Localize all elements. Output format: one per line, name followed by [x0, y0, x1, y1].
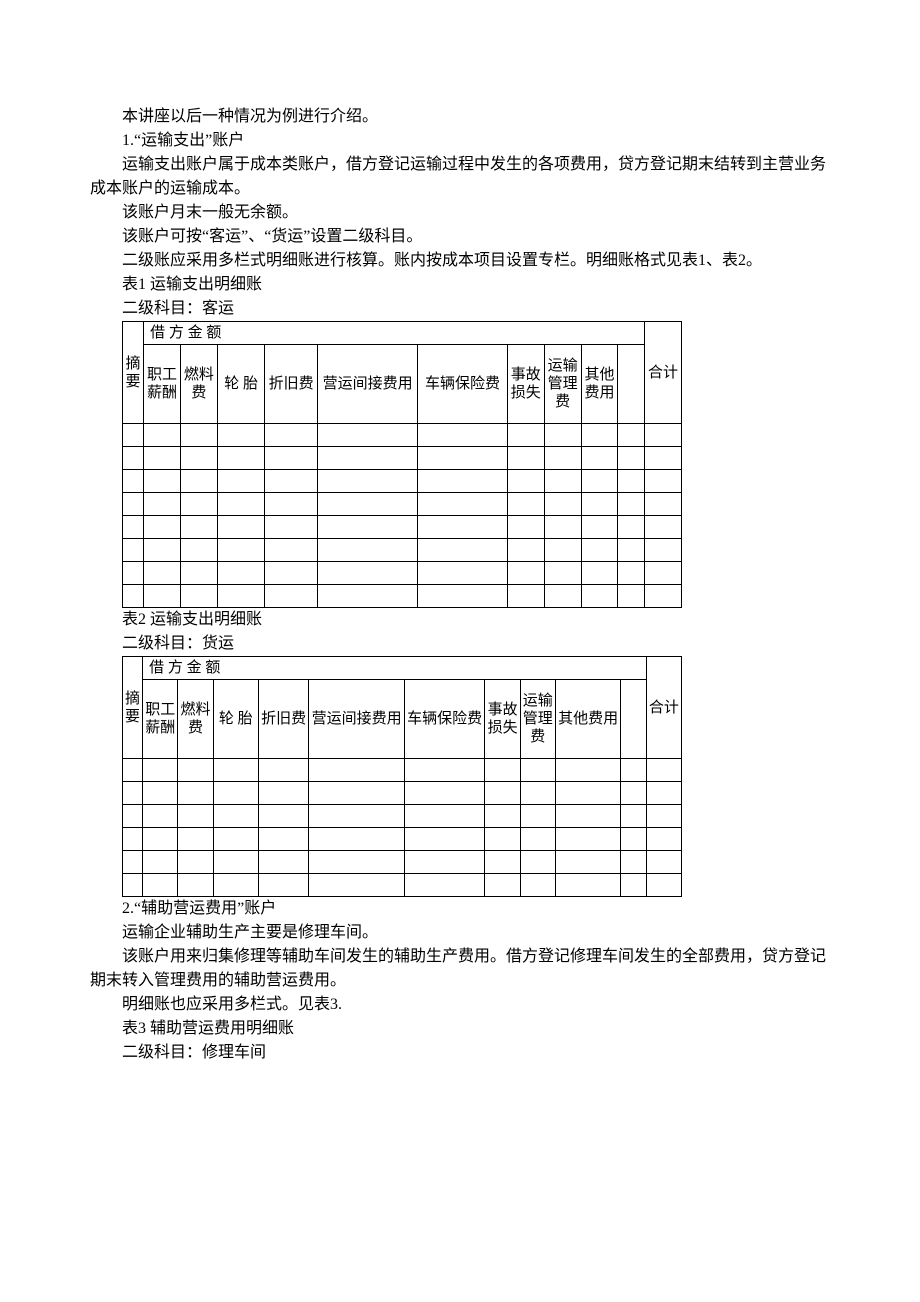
col-fuel: 燃料费	[178, 680, 213, 759]
col-group-debit: 借 方 金 额	[143, 657, 647, 680]
paragraph: 该账户可按“客运”、“货运”设置二级科目。	[90, 225, 830, 249]
table-title: 表3 辅助营运费用明细账	[90, 1017, 830, 1041]
paragraph: 运输支出账户属于成本类账户，借方登记运输过程中发生的各项费用，贷方登记期末结转到…	[90, 153, 830, 201]
paragraph: 本讲座以后一种情况为例进行介绍。	[90, 105, 830, 129]
table-subtitle: 二级科目：货运	[90, 632, 830, 656]
col-blank	[618, 345, 645, 424]
col-tire: 轮 胎	[213, 680, 258, 759]
document-page: 本讲座以后一种情况为例进行介绍。 1.“运输支出”账户 运输支出账户属于成本类账…	[0, 0, 920, 1125]
table-row	[123, 805, 682, 828]
table-row	[123, 828, 682, 851]
table-row: 职工薪酬 燃料费 轮 胎 折旧费 营运间接费用 车辆保险费 事故损失 运输管理费…	[123, 680, 682, 759]
paragraph: 运输企业辅助生产主要是修理车间。	[90, 921, 830, 945]
col-accident: 事故损失	[485, 680, 520, 759]
table-row: 职工薪酬 燃料费 轮 胎 折旧费 营运间接费用 车辆保险费 事故损失 运输管理费…	[123, 345, 682, 424]
table-2: 摘要 借 方 金 额 合计 职工薪酬 燃料费 轮 胎 折旧费 营运间接费用 车辆…	[122, 656, 682, 897]
col-other: 其他费用	[555, 680, 620, 759]
paragraph: 该账户月末一般无余额。	[90, 201, 830, 225]
table-row	[123, 782, 682, 805]
col-summary: 摘要	[123, 322, 144, 424]
table-row: 摘要 借 方 金 额 合计	[123, 657, 682, 680]
paragraph: 二级账应采用多栏式明细账进行核算。账内按成本项目设置专栏。明细账格式见表1、表2…	[90, 249, 830, 273]
table-row	[123, 585, 682, 608]
table-row	[123, 493, 682, 516]
paragraph: 该账户用来归集修理等辅助车间发生的辅助生产费用。借方登记修理车间发生的全部费用，…	[90, 945, 830, 993]
table-row	[123, 759, 682, 782]
col-group-debit: 借 方 金 额	[144, 322, 645, 345]
col-mgmt: 运输管理费	[544, 345, 581, 424]
col-depreciation: 折旧费	[258, 680, 308, 759]
table-row	[123, 539, 682, 562]
table-row	[123, 516, 682, 539]
table-row	[123, 562, 682, 585]
col-other: 其他费用	[581, 345, 618, 424]
col-accident: 事故损失	[507, 345, 544, 424]
col-total: 合计	[646, 657, 681, 759]
table-row	[123, 851, 682, 874]
col-insurance: 车辆保险费	[404, 680, 485, 759]
col-mgmt: 运输管理费	[520, 680, 555, 759]
table-subtitle: 二级科目：客运	[90, 297, 830, 321]
paragraph: 明细账也应采用多栏式。见表3.	[90, 993, 830, 1017]
table-row: 摘要 借 方 金 额 合计	[123, 322, 682, 345]
col-indirect: 营运间接费用	[309, 680, 405, 759]
col-salary: 职工薪酬	[143, 680, 178, 759]
table-title: 表1 运输支出明细账	[90, 273, 830, 297]
paragraph: 1.“运输支出”账户	[90, 129, 830, 153]
table-subtitle: 二级科目：修理车间	[90, 1041, 830, 1065]
table-row	[123, 470, 682, 493]
col-fuel: 燃料费	[180, 345, 217, 424]
table-row	[123, 874, 682, 897]
paragraph: 2.“辅助营运费用”账户	[90, 897, 830, 921]
col-depreciation: 折旧费	[265, 345, 318, 424]
col-salary: 职工薪酬	[144, 345, 181, 424]
col-blank	[621, 680, 646, 759]
table-1: 摘要 借 方 金 额 合计 职工薪酬 燃料费 轮 胎 折旧费 营运间接费用 车辆…	[122, 321, 682, 608]
col-tire: 轮 胎	[217, 345, 264, 424]
col-insurance: 车辆保险费	[418, 345, 508, 424]
col-summary: 摘要	[123, 657, 143, 759]
table-row	[123, 424, 682, 447]
table-row	[123, 447, 682, 470]
table-title: 表2 运输支出明细账	[90, 608, 830, 632]
col-indirect: 营运间接费用	[318, 345, 418, 424]
col-total: 合计	[644, 322, 681, 424]
